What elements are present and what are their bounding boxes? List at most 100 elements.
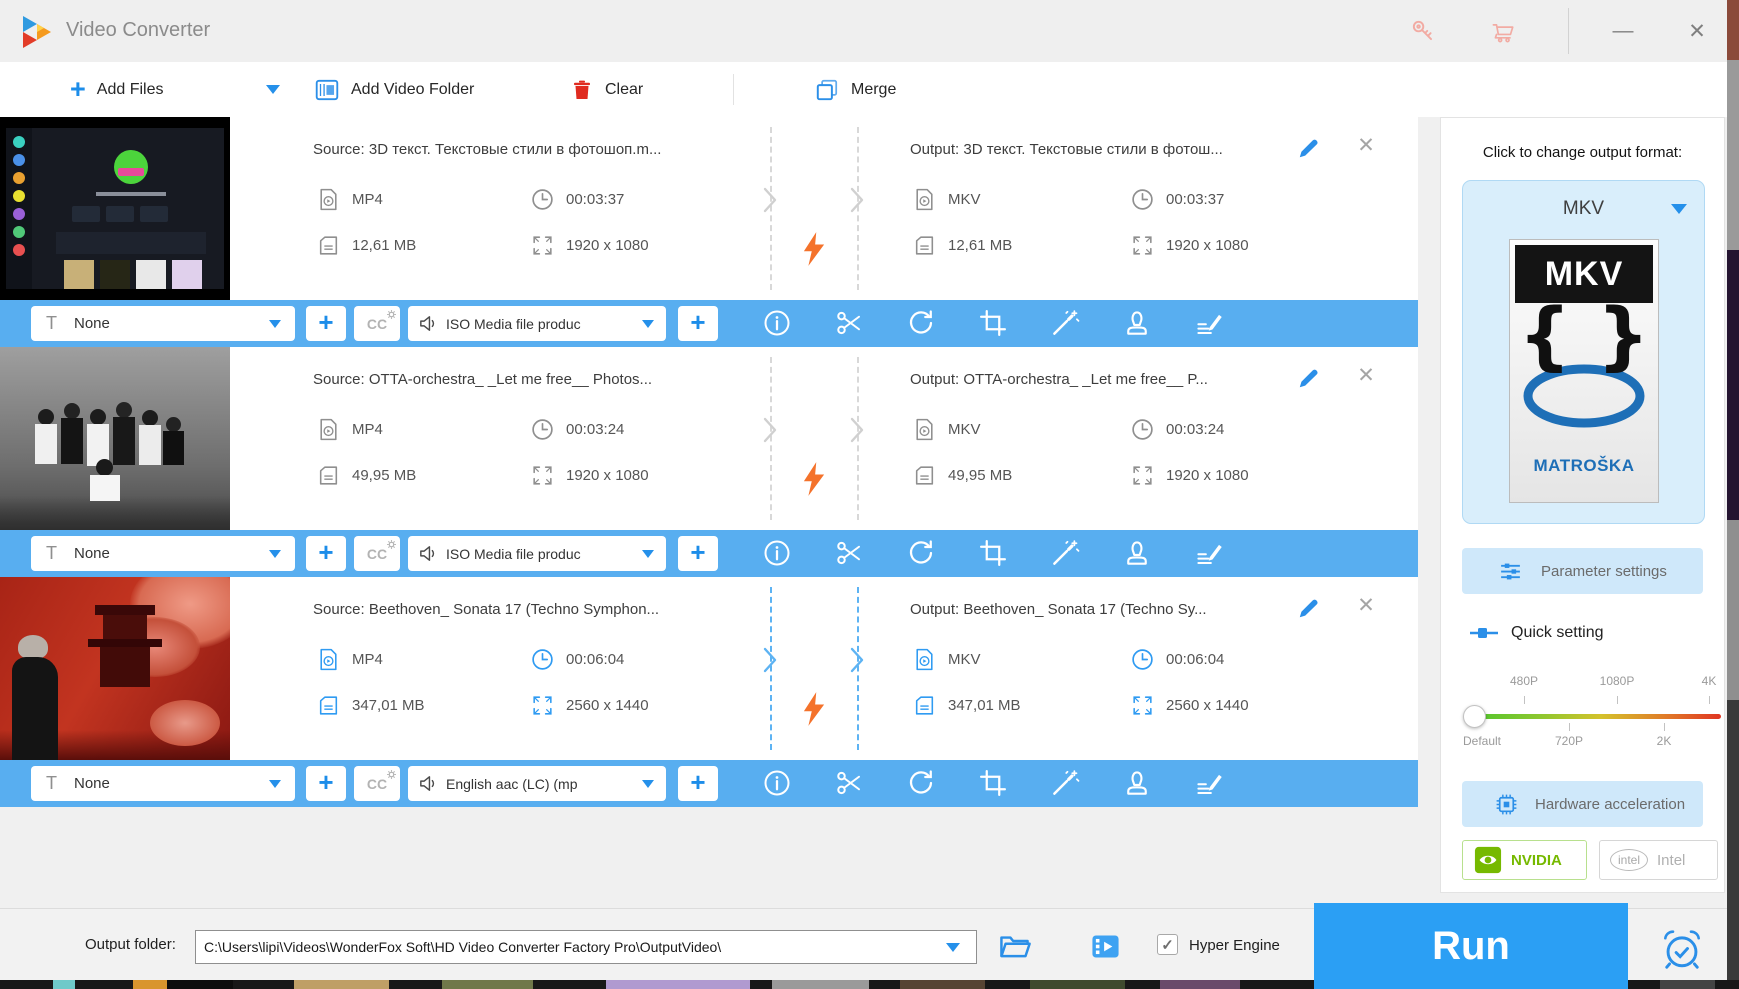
effects-button[interactable] [1050,308,1080,338]
clear-button[interactable]: Clear [570,62,643,117]
info-button[interactable] [762,538,792,568]
cc-settings-button[interactable]: CC [354,536,400,571]
intel-button[interactable]: intel Intel [1599,840,1718,880]
audio-track-dropdown[interactable]: English aac (LC) (mp [408,766,666,801]
gear-icon [386,769,397,780]
speaker-icon [417,542,440,565]
info-button[interactable] [762,308,792,338]
merge-button[interactable]: Merge [814,62,896,117]
slider-label-1080p: 1080P [1599,674,1635,688]
clock-icon [530,647,555,672]
close-button[interactable]: ✕ [1672,10,1722,52]
chevron-right-icon [761,647,779,673]
cut-button[interactable] [834,308,864,338]
lightning-icon [799,461,829,497]
add-files-dropdown[interactable] [266,62,280,117]
watermark-button[interactable] [1122,538,1152,568]
plus-icon: + [690,537,706,567]
cc-settings-button[interactable]: CC [354,766,400,801]
hardware-acceleration-button[interactable]: Hardware acceleration [1462,781,1703,827]
parameter-settings-button[interactable]: Parameter settings [1462,548,1703,594]
source-format: MP4 [352,651,383,668]
hyper-engine-label: Hyper Engine [1189,937,1280,954]
plus-icon: + [690,767,706,797]
video-thumbnail-2[interactable] [0,347,230,530]
watermark-button[interactable] [1122,308,1152,338]
source-size: 347,01 MB [352,697,425,714]
effects-button[interactable] [1050,768,1080,798]
source-title: Source: 3D текст. Текстовые стили в фото… [313,141,662,158]
buy-cart-icon[interactable] [1490,17,1517,44]
output-format: MKV [948,651,981,668]
crop-button[interactable] [978,308,1008,338]
merge-label: Merge [851,80,897,98]
selected-format: MKV [1562,198,1605,219]
crop-button[interactable] [978,538,1008,568]
video-file-icon [912,187,937,212]
plus-icon: + [690,307,706,337]
audio-track-dropdown[interactable]: ISO Media file produc [408,536,666,571]
run-button[interactable]: Run [1314,903,1628,989]
video-thumbnail-1[interactable] [0,117,230,300]
minimize-button[interactable]: — [1598,10,1648,52]
rotate-button[interactable] [906,308,936,338]
cut-button[interactable] [834,768,864,798]
quality-slider-track[interactable] [1471,714,1721,719]
video-file-icon [316,647,341,672]
output-folder-input[interactable] [195,930,977,964]
watermark-button[interactable] [1122,768,1152,798]
format-selector[interactable]: MKV MKV { } MATROŠKA [1462,180,1705,524]
open-folder-button[interactable] [997,930,1032,963]
add-subtitle-button[interactable]: + [306,766,346,801]
chevron-down-icon [269,549,281,558]
intel-logo-icon: intel [1610,849,1649,871]
subtitle-value: None [74,315,110,332]
add-subtitle-button[interactable]: + [306,306,346,341]
register-key-icon[interactable] [1409,17,1436,44]
remove-row-button[interactable]: ✕ [1350,129,1382,161]
alarm-clock-icon[interactable] [1660,928,1704,972]
add-audio-button[interactable]: + [678,536,718,571]
edit-button[interactable] [1194,768,1224,798]
nvidia-button[interactable]: NVIDIA [1462,840,1587,880]
format-panel-header: Click to change output format: [1482,144,1683,161]
subtitle-dropdown[interactable]: T None [31,306,295,341]
main-toolbar: + Add Files Add Video Folder Clear Merge [0,62,1727,117]
hyper-engine-checkbox[interactable]: ✓ [1157,934,1178,955]
cc-settings-button[interactable]: CC [354,306,400,341]
cut-button[interactable] [834,538,864,568]
rename-pencil-icon[interactable] [1296,135,1322,161]
file-size-icon [912,693,937,718]
remove-row-button[interactable]: ✕ [1350,589,1382,621]
audio-track-dropdown[interactable]: ISO Media file produc [408,306,666,341]
quality-slider-thumb[interactable] [1463,705,1486,728]
subtitle-dropdown[interactable]: T None [31,766,295,801]
add-audio-button[interactable]: + [678,766,718,801]
subtitle-dropdown[interactable]: T None [31,536,295,571]
chevron-right-icon [848,647,866,673]
source-duration: 00:06:04 [566,651,625,668]
rename-pencil-icon[interactable] [1296,595,1322,621]
edit-button[interactable] [1194,538,1224,568]
add-files-button[interactable]: + Add Files [70,62,163,117]
remove-row-button[interactable]: ✕ [1350,359,1382,391]
file-row-3: Source: Beethoven_ Sonata 17 (Techno Sym… [0,577,1418,807]
edit-button[interactable] [1194,308,1224,338]
rotate-button[interactable] [906,538,936,568]
chevron-down-icon[interactable] [946,943,960,952]
add-subtitle-button[interactable]: + [306,536,346,571]
output-resolution: 2560 x 1440 [1166,697,1249,714]
clock-icon [1130,187,1155,212]
crop-button[interactable] [978,768,1008,798]
info-button[interactable] [762,768,792,798]
rename-pencil-icon[interactable] [1296,365,1322,391]
chevron-down-icon [642,549,654,558]
preview-video-button[interactable] [1088,930,1123,963]
add-audio-button[interactable]: + [678,306,718,341]
video-thumbnail-3[interactable] [0,577,230,760]
add-video-folder-button[interactable]: Add Video Folder [314,62,474,117]
lightning-icon [799,691,829,727]
effects-button[interactable] [1050,538,1080,568]
slider-icon [1469,626,1499,640]
rotate-button[interactable] [906,768,936,798]
